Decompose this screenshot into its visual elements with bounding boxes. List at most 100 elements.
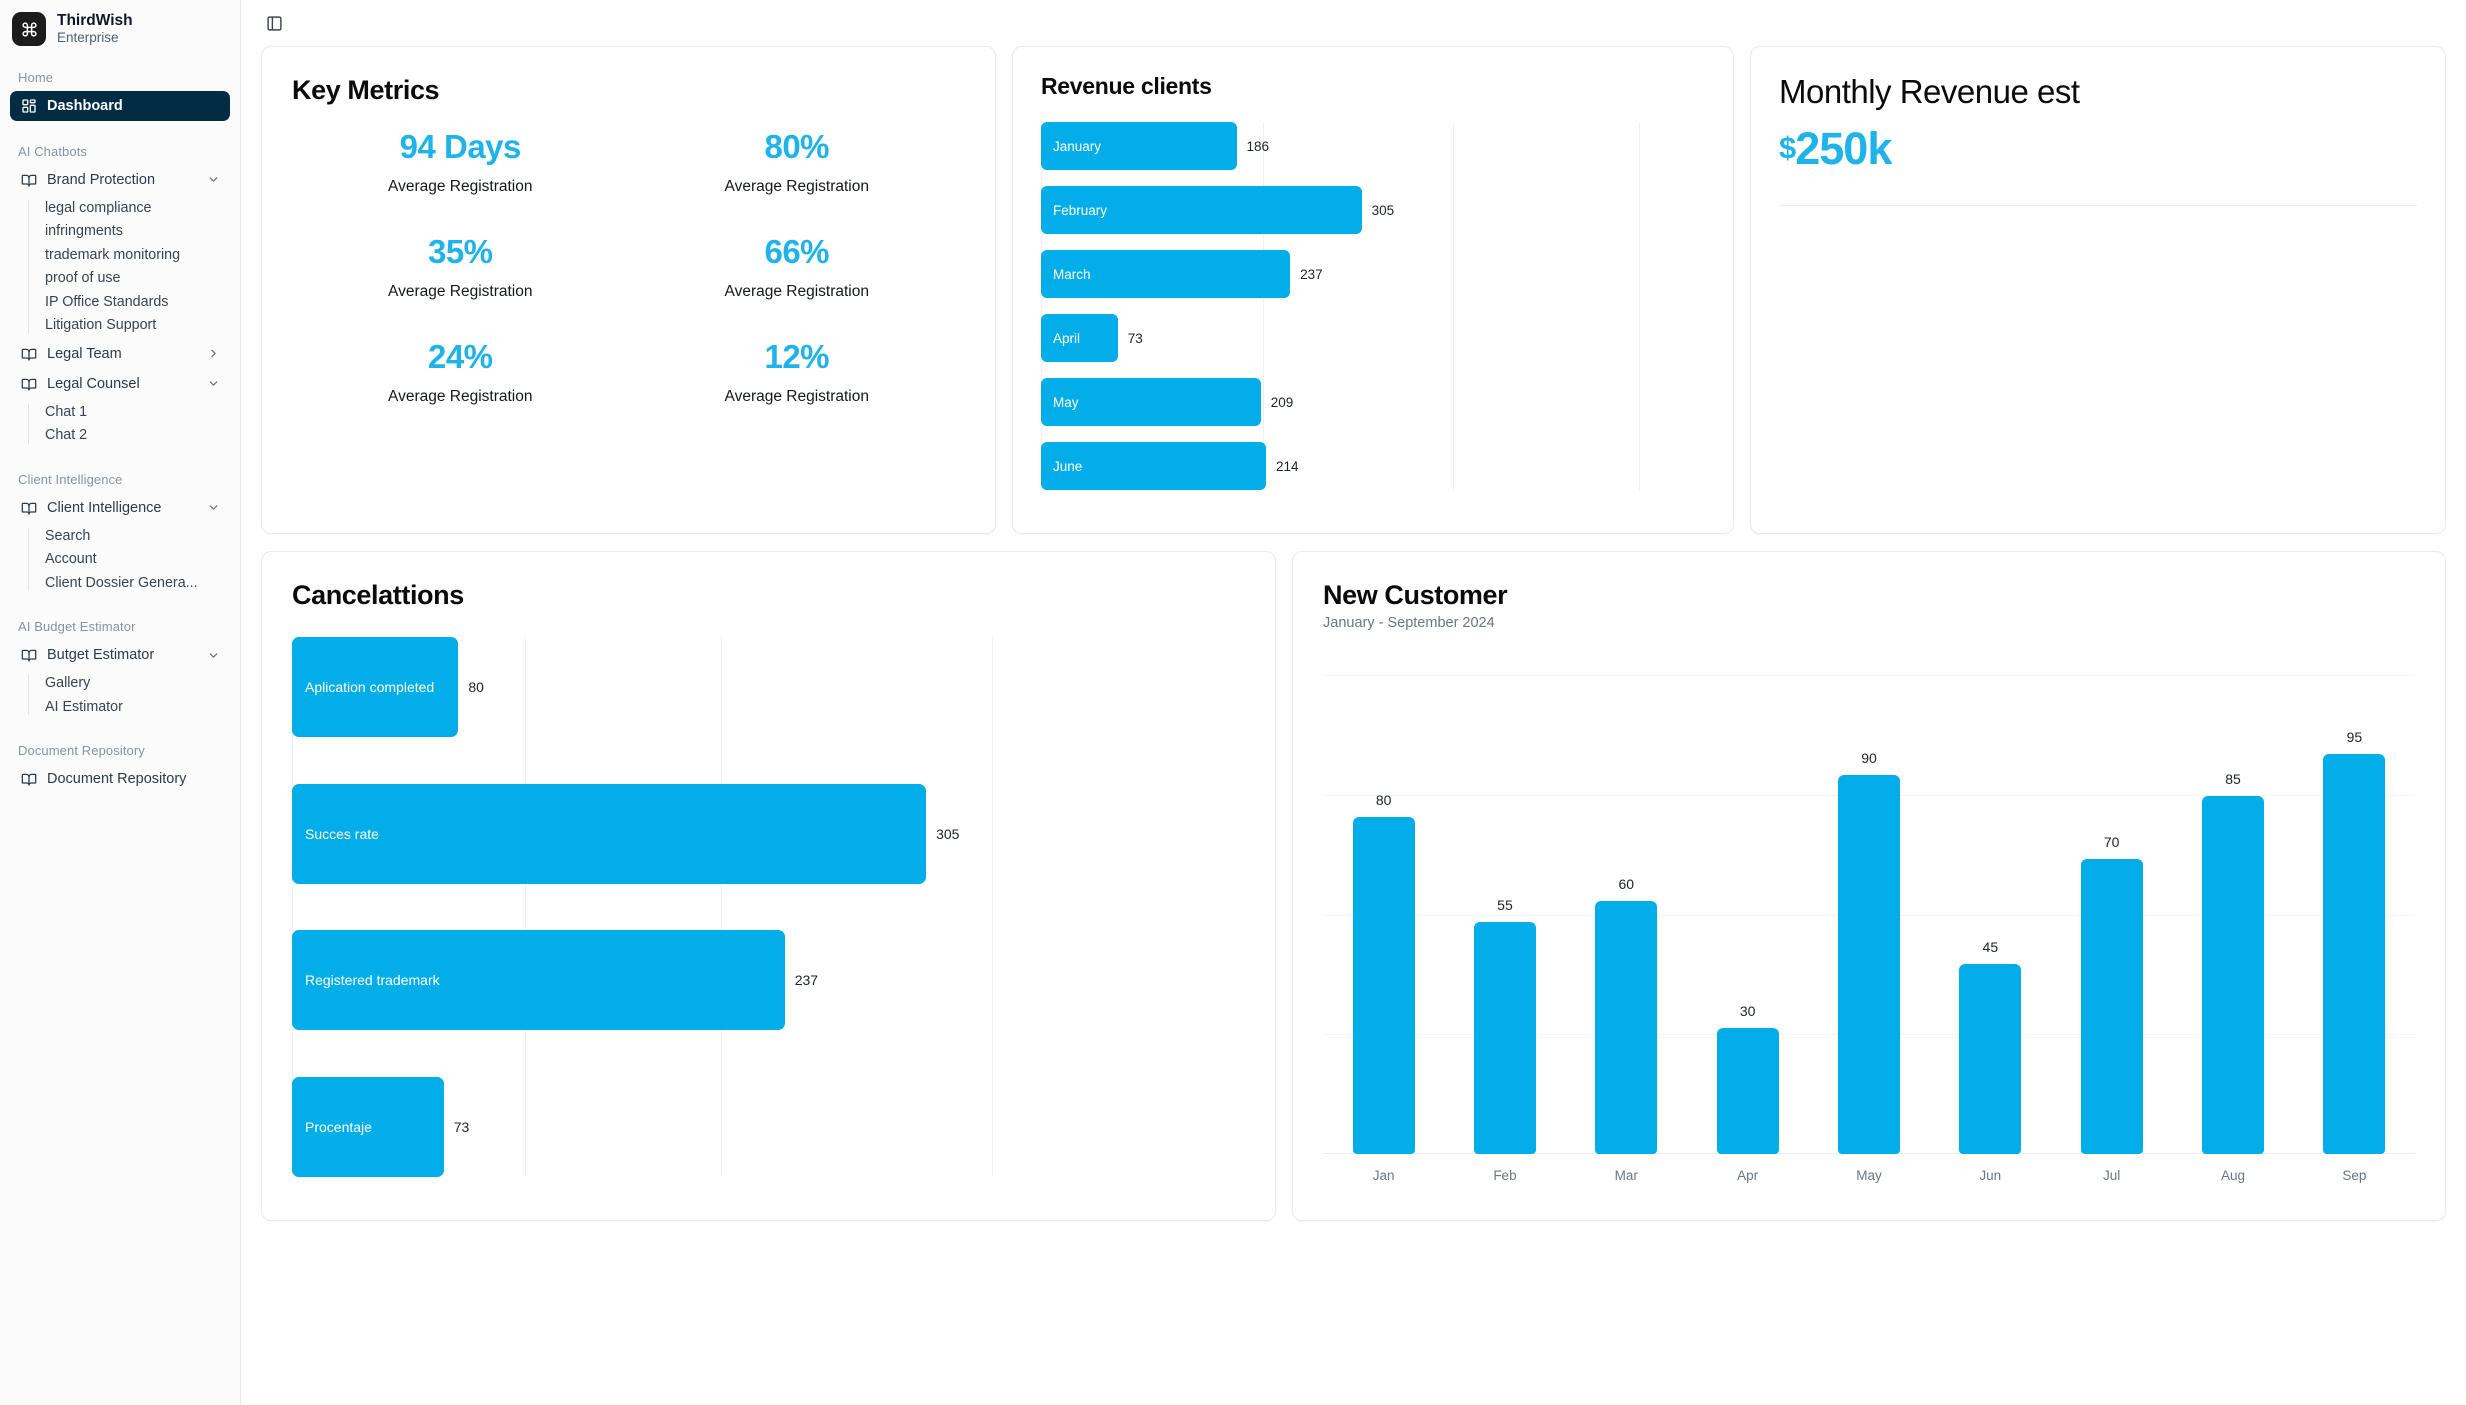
bar[interactable]: June [1041,442,1266,490]
chevron-down-icon[interactable] [206,377,220,391]
bar[interactable] [1716,1027,1779,1154]
revenue-clients-title: Revenue clients [1041,73,1212,99]
bar-row[interactable]: February 305 [1041,186,1705,234]
panel-left-icon[interactable] [261,10,287,36]
sidebar-subitem-legal-compliance[interactable]: legal compliance [28,198,230,219]
sidebar-item-butget-estimator[interactable]: Butget Estimator [10,640,230,670]
bar-column[interactable]: 60 [1566,675,1687,1154]
bar[interactable]: January [1041,122,1237,170]
book-open-icon [20,375,37,392]
topbar [241,0,2466,46]
command-icon [12,12,46,47]
sidebar-subitem-proof-of-use[interactable]: proof of use [28,268,230,289]
sidebar-item-label: Client Intelligence [47,499,162,516]
bar[interactable] [1837,774,1900,1154]
x-tick-label: Aug [2220,1168,2246,1183]
book-open-icon [20,345,37,362]
metric-label: Average Registration [724,388,869,405]
bar[interactable] [2202,795,2264,1154]
bar-column[interactable]: 30 [1687,675,1808,1154]
sidebar-subitem-chat-2[interactable]: Chat 2 [28,425,230,446]
metric-value: 12% [764,338,830,375]
bar-row[interactable]: Aplication completed 80 [292,637,1245,737]
bar[interactable] [2323,753,2386,1154]
brand[interactable]: ThirdWish Enterprise [0,0,240,57]
bar[interactable]: Succes rate [292,783,927,884]
bar-column[interactable]: 85 [2172,675,2293,1154]
sidebar-item-document-repository[interactable]: Document Repository [10,764,230,794]
bar-column[interactable]: 45 [1930,675,2051,1154]
bar[interactable] [2080,858,2143,1154]
bar[interactable]: April [1041,314,1118,362]
metric-label: Average Registration [724,283,869,300]
bar-row[interactable]: Succes rate 305 [292,783,1245,884]
sidebar-subitem-search[interactable]: Search [28,526,230,547]
bar[interactable]: Registered trademark [292,930,785,1031]
bar-row[interactable]: Procentaje 73 [292,1076,1245,1177]
bar-row[interactable]: March 237 [1041,250,1705,298]
new-customer-subtitle: January - September 2024 [1323,615,1495,631]
x-tick-label: Sep [2342,1168,2367,1183]
sidebar-subitem-litigation-support[interactable]: Litigation Support [28,315,230,336]
book-open-icon [20,771,37,788]
bar-row[interactable]: January 186 [1041,122,1705,170]
chevron-down-icon[interactable] [206,648,220,662]
sidebar-item-label: Brand Protection [47,171,156,188]
bar-column[interactable]: 55 [1444,675,1565,1154]
bar-value: 209 [1270,394,1294,410]
bar[interactable] [1959,964,2022,1154]
sidebar-subitem-ai-estimator[interactable]: AI Estimator [28,697,230,718]
bar-value: 73 [453,1118,470,1135]
chevron-down-icon[interactable] [206,173,220,187]
sidebar-subnav: Gallery AI Estimator [28,673,230,717]
bar[interactable]: May [1041,378,1261,426]
chevron-right-icon[interactable] [206,347,220,361]
bar[interactable] [1352,816,1415,1154]
x-tick-label: Feb [1493,1168,1517,1183]
bar-label: May [1053,394,1079,410]
bar-label: Succes rate [305,825,379,842]
bar-column[interactable]: 80 [1323,675,1444,1154]
bar-label: Procentaje [305,1118,372,1135]
top-card-row: Key Metrics 94 Days Average Registration 8… [261,46,2446,534]
bar[interactable] [1473,922,1536,1154]
sidebar-item-legal-counsel[interactable]: Legal Counsel [10,369,230,399]
monthly-revenue-card: Monthly Revenue est $250k [1750,46,2446,534]
x-tick-label: Apr [1737,1168,1759,1183]
sidebar-subitem-ip-office-standards[interactable]: IP Office Standards [28,292,230,313]
sidebar-item-label: Legal Team [47,345,122,362]
bar[interactable]: March [1041,250,1291,298]
sidebar-subitem-account[interactable]: Account [28,549,230,570]
bar-label: Registered trademark [305,972,440,989]
chevron-down-icon[interactable] [206,501,220,515]
metric-label: Average Registration [388,283,533,300]
sidebar-item-client-intelligence[interactable]: Client Intelligence [10,493,230,523]
bar[interactable]: February [1041,186,1362,234]
sidebar-item-legal-team[interactable]: Legal Team [10,339,230,369]
bar-column[interactable]: 95 [2294,675,2415,1154]
sidebar-nav: Home Dashboard AI Chatbots Brand Protection… [0,57,240,805]
bar[interactable] [1595,901,1658,1154]
bar-row[interactable]: June 214 [1041,442,1705,490]
sidebar-subitem-trademark-monitoring[interactable]: trademark monitoring [28,245,230,266]
sidebar-subitem-infringments[interactable]: infringments [28,221,230,242]
bar-column[interactable]: 90 [1808,675,1929,1154]
sidebar-subitem-chat-1[interactable]: Chat 1 [28,402,230,423]
bar-row[interactable]: Registered trademark 237 [292,930,1245,1031]
bar[interactable]: Aplication completed [292,637,459,737]
sidebar-item-dashboard[interactable]: Dashboard [10,90,230,121]
bar-value: 237 [794,972,819,989]
bar-label: March [1053,266,1091,282]
bar-row[interactable]: April 73 [1041,314,1705,362]
metric-label: Average Registration [724,178,869,195]
metric-value: 35% [427,233,493,270]
sidebar-subitem-client-dossier-genera[interactable]: Client Dossier Genera... [28,573,230,594]
sidebar-subitem-gallery[interactable]: Gallery [28,673,230,694]
bar-row[interactable]: May 209 [1041,378,1705,426]
sidebar-item-brand-protection[interactable]: Brand Protection [10,165,230,195]
bar-column[interactable]: 70 [2051,675,2172,1154]
bar-value: 305 [1371,202,1395,218]
bar[interactable]: Procentaje [292,1076,444,1177]
